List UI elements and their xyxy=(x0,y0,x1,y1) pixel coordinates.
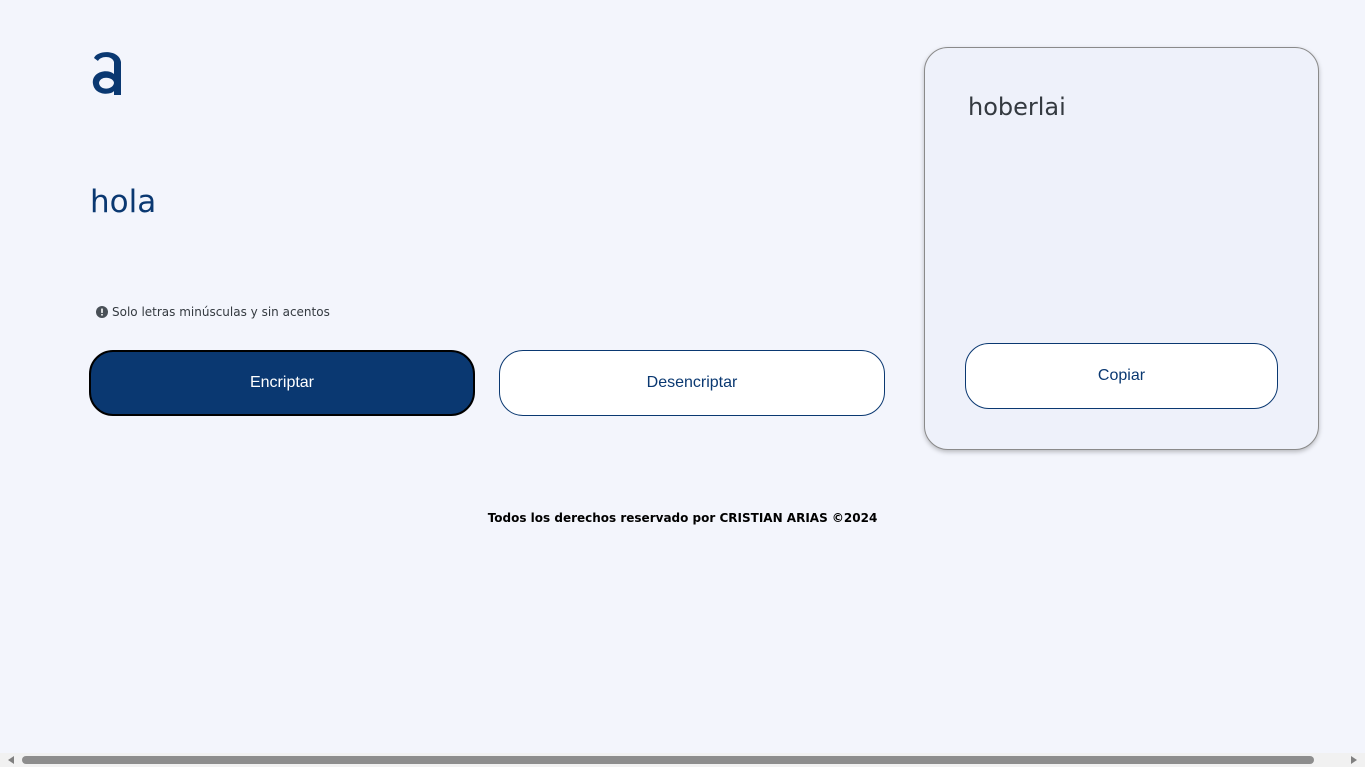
alura-logo-icon xyxy=(92,52,121,95)
hint-text: Solo letras minúsculas y sin acentos xyxy=(112,305,330,319)
output-card: hoberlai Copiar xyxy=(924,47,1319,450)
output-text: hoberlai xyxy=(968,93,1066,121)
exclamation-circle-icon xyxy=(96,306,108,318)
hint: Solo letras minúsculas y sin acentos xyxy=(96,305,330,319)
encrypt-button[interactable]: Encriptar xyxy=(89,350,475,416)
scrollbar-thumb[interactable] xyxy=(22,756,1314,764)
decrypt-button[interactable]: Desencriptar xyxy=(499,350,885,416)
scroll-right-icon[interactable] xyxy=(1351,756,1357,764)
scroll-left-icon[interactable] xyxy=(8,756,14,764)
page: Solo letras minúsculas y sin acentos Enc… xyxy=(0,0,1365,767)
copy-button[interactable]: Copiar xyxy=(965,343,1278,409)
horizontal-scrollbar[interactable] xyxy=(0,753,1365,767)
message-input[interactable] xyxy=(90,180,870,300)
footer-text: Todos los derechos reservado por CRISTIA… xyxy=(487,511,878,525)
